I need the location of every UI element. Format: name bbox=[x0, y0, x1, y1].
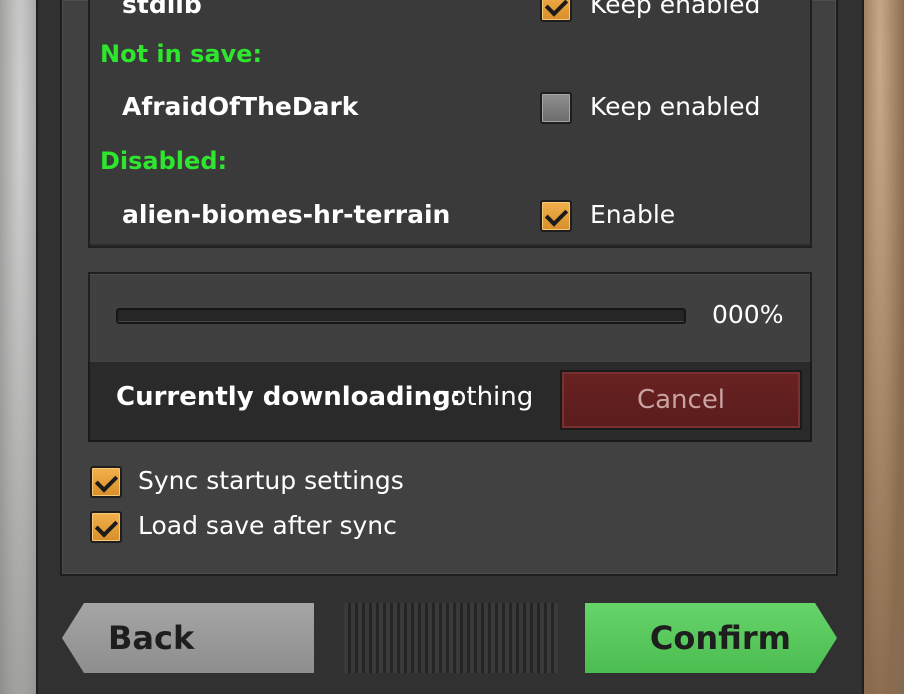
load-save-after-sync-option: Load save after sync bbox=[90, 511, 590, 545]
sync-startup-settings-option: Sync startup settings bbox=[90, 466, 590, 500]
mod-action-label: Keep enabled bbox=[590, 92, 761, 121]
download-progress-panel: 000% bbox=[88, 272, 812, 364]
mod-action-label: Enable bbox=[590, 200, 676, 229]
mod-row: AfraidOfTheDark Keep enabled bbox=[90, 88, 790, 128]
mod-action-label: Keep enabled bbox=[590, 0, 761, 19]
sync-startup-settings-label: Sync startup settings bbox=[138, 466, 404, 495]
mod-list: stdlib Keep enabled Not in save: AfraidO… bbox=[88, 0, 812, 248]
mod-row: alien-biomes-hr-terrain Enable bbox=[90, 196, 790, 236]
confirm-button[interactable]: Confirm bbox=[585, 603, 837, 673]
cancel-button[interactable]: Cancel bbox=[560, 370, 802, 430]
download-progress-bar bbox=[116, 308, 686, 324]
load-save-after-sync-label: Load save after sync bbox=[138, 511, 397, 540]
background-scenery-right bbox=[860, 0, 904, 694]
confirm-button-label: Confirm bbox=[649, 619, 791, 657]
section-header-not-in-save: Not in save: bbox=[100, 40, 263, 68]
mod-name: stdlib bbox=[122, 0, 202, 19]
mod-name: alien-biomes-hr-terrain bbox=[122, 200, 451, 229]
mod-name: AfraidOfTheDark bbox=[122, 92, 359, 121]
section-header-disabled: Disabled: bbox=[100, 147, 228, 175]
back-button-label: Back bbox=[108, 619, 195, 657]
currently-downloading-label: Currently downloading: bbox=[116, 382, 462, 412]
mod-row: stdlib Keep enabled bbox=[90, 0, 790, 26]
mod-keep-enabled-checkbox[interactable] bbox=[540, 0, 572, 22]
download-progress-percent: 000% bbox=[712, 300, 784, 329]
mod-enable-checkbox[interactable] bbox=[540, 200, 572, 232]
mod-keep-enabled-checkbox[interactable] bbox=[540, 92, 572, 124]
load-save-after-sync-checkbox[interactable] bbox=[90, 511, 122, 543]
currently-downloading-value: nothing bbox=[434, 382, 534, 412]
drag-handle[interactable] bbox=[344, 603, 558, 673]
background-scenery-left bbox=[0, 0, 40, 694]
download-status-bar: Currently downloading: nothing Cancel bbox=[88, 362, 812, 442]
back-button[interactable]: Back bbox=[62, 603, 314, 673]
sync-startup-settings-checkbox[interactable] bbox=[90, 466, 122, 498]
